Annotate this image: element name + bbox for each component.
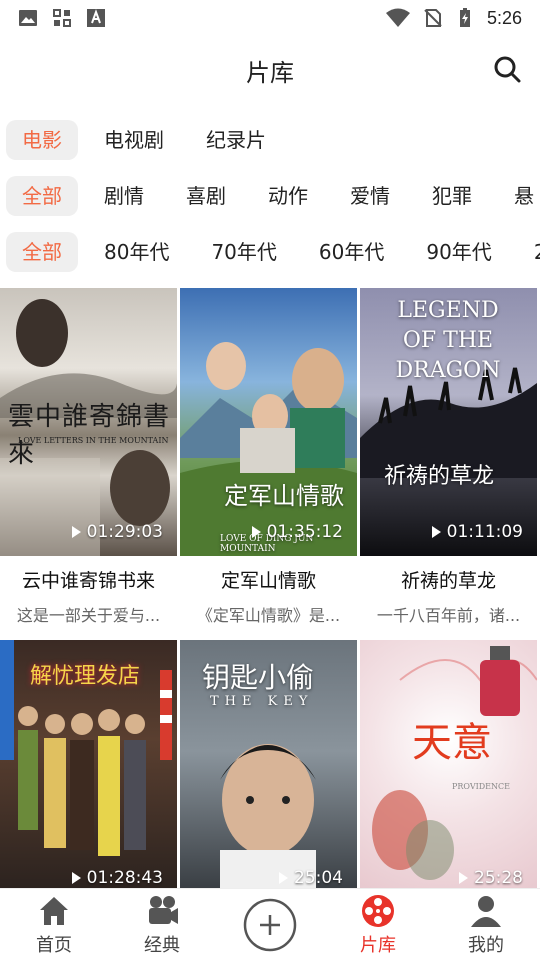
tab-add[interactable] [216,889,324,960]
filter-genre-all[interactable]: 全部 [6,176,78,216]
tab-label: 首页 [36,934,72,956]
movie-poster: 天意 PROVIDENCE 25:28 [360,640,537,888]
no-sim-icon [424,9,442,27]
tab-label: 片库 [360,934,396,956]
movie-poster: LEGEND OF THE DRAGON 祈祷的草龙 01:11:09 [360,288,537,556]
filter-era-70s[interactable]: 70年代 [195,232,292,272]
filter-row-genre: 全部 剧情 喜剧 动作 爱情 犯罪 悬 [0,174,540,218]
status-bar: 5:26 [0,0,540,36]
tab-profile[interactable]: 我的 [432,889,540,960]
duration-label: 01:28:43 [71,868,163,888]
poster-title: 天意 [412,720,492,766]
movie-title: 云中谁寄锦书来 [21,570,155,592]
poster-title: 解忧理发店 [30,664,141,689]
tab-home[interactable]: 首页 [0,889,108,960]
movie-title: 定军山情歌 [220,570,316,592]
user-icon [471,895,501,927]
filter-genre-comedy[interactable]: 喜剧 [170,176,242,216]
play-icon [251,526,261,538]
filter-row-era: 全部 80年代 70年代 60年代 90年代 2 [0,230,540,274]
duration-label: 01:11:09 [431,522,523,542]
filter-genre-crime[interactable]: 犯罪 [416,176,488,216]
filter-type-movie[interactable]: 电影 [6,120,78,160]
poster-title: 祈祷的草龙 [384,464,495,489]
filter-type-documentary[interactable]: 纪录片 [190,120,282,160]
movie-desc: 这是一部关于爱与... [16,606,161,625]
movie-desc: 《定军山情歌》是... [196,606,341,625]
movie-poster: 钥匙小偷 THE KEY 25:04 [180,640,357,888]
bottom-tab-bar: 首页 经典 片库 我的 [0,888,540,960]
grid-icon [53,9,71,27]
film-reel-icon [362,894,394,927]
play-icon [71,872,81,884]
filter-era-all[interactable]: 全部 [6,232,78,272]
poster-subtitle: LOVE LETTERS IN THE MOUNTAIN [18,436,169,445]
camera-icon [149,895,178,924]
page-header: 片库 [0,40,540,100]
text-icon [87,9,105,27]
tab-classic[interactable]: 经典 [108,889,216,960]
play-icon [279,872,288,884]
wifi-icon [385,8,410,27]
filter-era-80s[interactable]: 80年代 [88,232,185,272]
filter-era-60s[interactable]: 60年代 [303,232,400,272]
home-icon [40,896,68,925]
tab-label: 我的 [468,934,504,956]
status-time: 5:26 [486,7,522,28]
poster-title: 钥匙小偷 [202,661,315,694]
filter-genre-drama[interactable]: 剧情 [88,176,160,216]
filter-genre-romance[interactable]: 爱情 [334,176,406,216]
poster-subtitle: PROVIDENCE [452,782,510,791]
movie-title: 祈祷的草龙 [400,570,496,592]
poster-title-en: LEGEND OF THE DRAGON [395,298,501,383]
filter-era-90s[interactable]: 90年代 [410,232,507,272]
plus-icon [243,898,297,951]
page-title: 片库 [246,58,294,87]
duration-label: 25:04 [279,868,343,888]
poster-title: 雲中誰寄錦書來 [8,402,171,469]
movie-poster: 定军山情歌 LOVE OF DING JUN MOUNTAIN 01:35:12 [180,288,357,556]
poster-subtitle: THE KEY [210,694,314,709]
filter-genre-suspense[interactable]: 悬 [498,176,540,216]
duration-label: 01:35:12 [251,522,343,542]
poster-art [180,342,357,556]
search-icon[interactable] [492,54,522,84]
duration-label: 25:28 [459,868,523,888]
filter-era-2000s[interactable]: 2 [518,232,540,272]
filter-type-tv[interactable]: 电视剧 [88,120,180,160]
tab-label: 经典 [144,934,180,956]
movie-poster: 雲中誰寄錦書來 LOVE LETTERS IN THE MOUNTAIN 01:… [0,288,177,556]
tab-library[interactable]: 片库 [324,889,432,960]
play-icon [431,526,441,538]
play-icon [71,526,81,538]
filter-genre-action[interactable]: 动作 [252,176,324,216]
image-icon [19,10,37,26]
battery-icon [459,8,470,27]
movie-desc: 一千八百年前，诸... [376,606,521,625]
filter-row-type: 电影 电视剧 纪录片 [0,118,540,162]
duration-label: 01:29:03 [71,522,163,542]
play-icon [459,872,468,884]
movie-poster: 解忧理发店 01:28:43 [0,640,177,888]
poster-title: 定军山情歌 [224,482,344,510]
